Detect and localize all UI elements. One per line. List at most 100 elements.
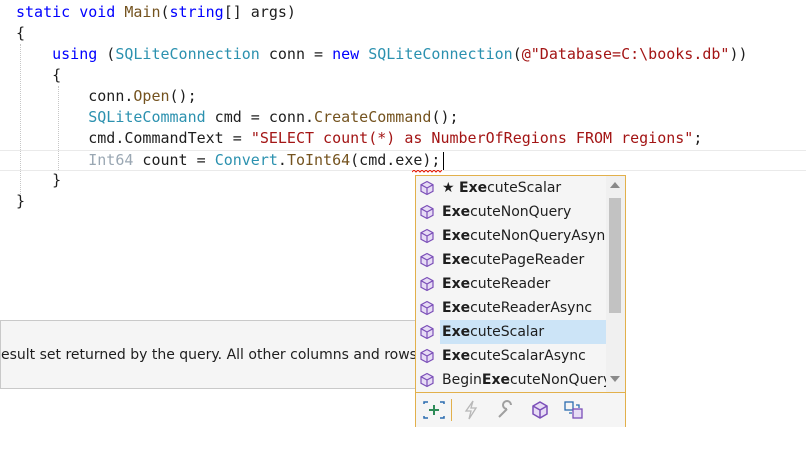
completion-scrollbar[interactable] xyxy=(606,176,625,392)
code-line[interactable]: { xyxy=(16,23,25,44)
completion-item-match: Exe xyxy=(442,348,471,364)
method-cube-icon xyxy=(419,348,435,364)
completion-items[interactable]: ★ ExecuteScalar ExecuteNonQuery ExecuteNon… xyxy=(416,176,613,392)
method-cube-icon xyxy=(419,252,435,268)
completion-item-match: Exe xyxy=(442,300,471,316)
completion-item-match: Exe xyxy=(481,372,510,388)
completion-item-post: cuteScalar xyxy=(470,324,545,340)
completion-item-post: cutePageReader xyxy=(470,252,585,268)
code-token: (); xyxy=(431,108,459,126)
method-cube-icon xyxy=(419,300,435,316)
method-filter-icon[interactable] xyxy=(529,399,551,421)
completion-item-post: cuteScalarAsync xyxy=(470,348,586,364)
completion-item[interactable]: ★ ExecuteScalar xyxy=(416,176,606,200)
code-token: string xyxy=(169,3,224,21)
scroll-thumb[interactable] xyxy=(609,198,621,313)
completion-item-match: Exe xyxy=(442,204,471,220)
code-token: [] args) xyxy=(223,3,296,21)
code-token: } xyxy=(16,192,26,210)
completion-item[interactable]: ExecuteScalar xyxy=(420,320,606,344)
completion-item-pre: Begin xyxy=(442,372,482,388)
completion-item-post: cuteNonQueryAsync xyxy=(470,228,613,244)
code-token: cmd = conn. xyxy=(205,108,315,126)
completion-list-popup[interactable]: ★ ExecuteScalar ExecuteNonQuery ExecuteNon… xyxy=(415,175,626,427)
code-token: Main xyxy=(124,3,161,21)
completion-filter-bar xyxy=(416,392,625,427)
completion-item-match: Exe xyxy=(442,228,471,244)
code-token: ( xyxy=(160,3,170,21)
code-token: static void xyxy=(16,3,125,21)
code-line[interactable]: static void Main(string[] args) xyxy=(16,2,296,23)
expand-filter-icon[interactable] xyxy=(421,399,452,421)
code-token: Open xyxy=(133,87,170,105)
completion-item[interactable]: ExecuteNonQuery xyxy=(416,200,606,224)
completion-item[interactable]: ExecuteReaderAsync xyxy=(416,296,606,320)
scroll-up-arrow-icon[interactable] xyxy=(610,182,620,188)
completion-item[interactable]: ExecuteNonQueryAsync xyxy=(416,224,613,248)
code-token: using xyxy=(52,45,98,63)
code-token: SQLiteConnection xyxy=(368,45,513,63)
code-line[interactable]: cmd.CommandText = "SELECT count(*) as Nu… xyxy=(16,128,702,149)
code-token: (); xyxy=(169,87,197,105)
code-token: "SELECT count(*) as NumberOfRegions FROM… xyxy=(250,129,694,147)
code-token: . xyxy=(277,151,287,169)
method-cube-icon xyxy=(419,372,435,388)
code-token: SQLiteConnection xyxy=(115,45,260,63)
completion-item[interactable]: ExecuteReader xyxy=(416,272,606,296)
code-token: ToInt64 xyxy=(286,151,351,169)
code-token: count = xyxy=(133,151,215,169)
code-line[interactable]: conn.Open(); xyxy=(16,86,197,107)
code-line[interactable]: } xyxy=(16,191,25,212)
code-line[interactable]: SQLiteCommand cmd = conn.CreateCommand()… xyxy=(16,107,459,128)
quick-info-tooltip: esult set returned by the query. All oth… xyxy=(0,320,420,389)
code-token: Int64 xyxy=(88,151,134,169)
event-filter-icon[interactable] xyxy=(460,399,482,421)
method-cube-icon xyxy=(419,276,435,292)
completion-item-post: cuteReaderAsync xyxy=(470,300,593,316)
extension-method-filter-icon[interactable] xyxy=(563,399,585,421)
code-token: { xyxy=(16,66,62,84)
code-token: conn. xyxy=(16,87,134,105)
completion-item-star: ★ xyxy=(442,180,460,196)
method-cube-icon xyxy=(419,324,435,340)
code-line[interactable]: using (SQLiteConnection conn = new SQLit… xyxy=(16,44,748,65)
completion-item[interactable]: ExecutePageReader xyxy=(416,248,606,272)
method-cube-icon xyxy=(419,228,435,244)
code-token: CreateCommand xyxy=(314,108,432,126)
error-squiggle xyxy=(412,170,442,173)
property-wrench-filter-icon[interactable] xyxy=(495,399,517,421)
completion-item[interactable]: ExecuteScalarAsync xyxy=(416,344,606,368)
code-token: ( xyxy=(512,45,522,63)
completion-item-match: Exe xyxy=(459,180,488,196)
completion-item-post: cuteNonQuery xyxy=(509,372,612,388)
quick-info-text: esult set returned by the query. All oth… xyxy=(1,347,420,363)
method-cube-icon xyxy=(419,180,435,196)
text-caret xyxy=(443,152,444,170)
code-token: Convert xyxy=(214,151,278,169)
code-token: { xyxy=(16,24,26,42)
completion-item-match: Exe xyxy=(442,324,471,340)
code-token: )) xyxy=(729,45,748,63)
completion-item-match: Exe xyxy=(442,276,471,292)
scroll-down-arrow-icon[interactable] xyxy=(610,376,620,382)
completion-item-post: cuteReader xyxy=(470,276,551,292)
method-cube-icon xyxy=(419,204,435,220)
code-line[interactable]: { xyxy=(16,65,61,86)
completion-item-post: cuteScalar xyxy=(487,180,562,196)
completion-item-match: Exe xyxy=(442,252,471,268)
code-token: ( xyxy=(97,45,116,63)
code-token: conn = xyxy=(259,45,333,63)
code-token: SQLiteCommand xyxy=(88,108,206,126)
code-line[interactable]: } xyxy=(16,170,61,191)
code-token: new xyxy=(332,45,360,63)
completion-item-post: cuteNonQuery xyxy=(470,204,572,220)
code-line[interactable]: Int64 count = Convert.ToInt64(cmd.exe); xyxy=(16,150,440,171)
completion-item[interactable]: BeginExecuteNonQuery xyxy=(416,368,611,392)
code-token: cmd.CommandText = xyxy=(16,129,251,147)
code-token: } xyxy=(16,171,62,189)
code-token: @"Database=C:\books.db" xyxy=(521,45,730,63)
